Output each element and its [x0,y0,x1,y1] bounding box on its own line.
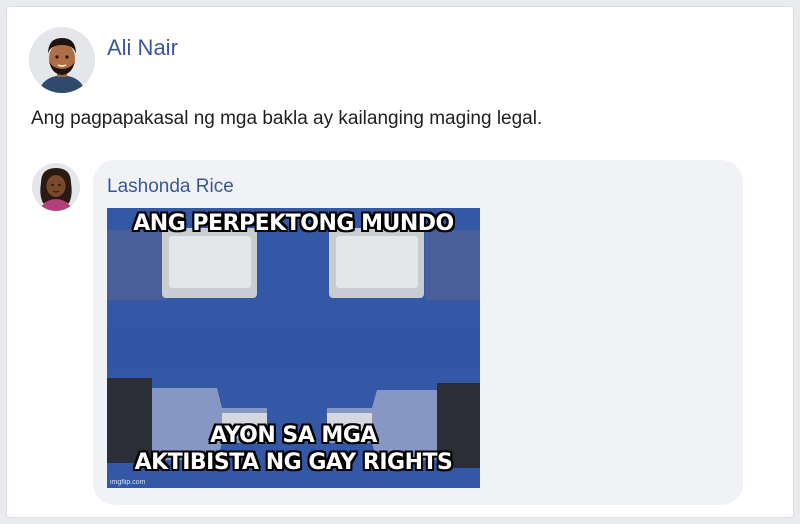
man-avatar-icon [29,27,95,93]
woman-avatar-icon [32,163,80,211]
meme-top-caption: ANG PERPEKTONG MUNDO [133,211,454,236]
post-text: Ang pagpapakasal ng mga bakla ay kailang… [31,108,543,129]
meme-watermark: imgflip.com [110,479,146,486]
author-avatar[interactable] [29,27,95,93]
meme-image[interactable]: ANG PERPEKTONG MUNDO AYON SA MGA AKTIBIS… [107,208,480,488]
meme-bottom-caption-line2: AKTIBISTA NG GAY RIGHTS [134,450,453,475]
meme-bottom-caption-line1: AYON SA MGA [210,423,377,448]
commenter-avatar[interactable] [32,163,80,211]
post-author-name[interactable]: Ali Nair [107,35,178,61]
post-card: Ali Nair Ang pagpapakasal ng mga bakla a… [6,6,794,518]
comment-bubble: Lashonda Rice ANG PERPEKTONG MUNDO AYON … [93,160,743,505]
comment-author-name[interactable]: Lashonda Rice [107,176,234,198]
